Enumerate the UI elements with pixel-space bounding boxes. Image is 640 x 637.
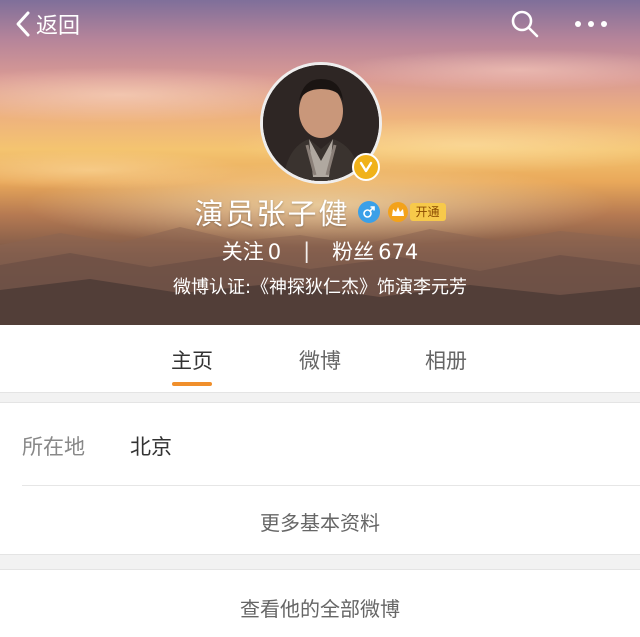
vip-badge[interactable]: 开通: [387, 202, 446, 222]
view-all-weibo-button[interactable]: 查看他的全部微博: [0, 593, 640, 622]
more-button[interactable]: [574, 8, 608, 40]
profile-tabs: 主页 微博 相册: [0, 325, 640, 393]
search-button[interactable]: [508, 8, 542, 40]
location-label: 所在地: [22, 435, 85, 459]
more-icon: [575, 21, 607, 27]
stats-separator: |: [303, 239, 311, 263]
tab-weibo[interactable]: 微博: [275, 345, 365, 375]
followers-stat[interactable]: 粉丝 674: [332, 236, 418, 266]
verified-v-icon: [359, 161, 373, 173]
profile-name: 演员张子健: [194, 197, 350, 231]
tab-album[interactable]: 相册: [401, 345, 491, 375]
search-icon: [511, 10, 539, 38]
following-label: 关注: [221, 240, 264, 264]
more-info-button[interactable]: 更多基本资料: [0, 507, 640, 536]
location-value: 北京: [130, 435, 172, 459]
verification-text: 微博认证:《神探狄仁杰》饰演李元芳: [172, 277, 468, 298]
following-stat[interactable]: 关注 0: [222, 236, 281, 266]
male-icon: [357, 201, 380, 223]
following-count: 0: [267, 240, 282, 264]
stats-row: 关注 0 | 粉丝 674: [0, 236, 640, 266]
tab-home[interactable]: 主页: [147, 345, 237, 375]
crown-icon: [387, 202, 408, 222]
back-label: 返回: [36, 14, 81, 39]
active-tab-indicator: [172, 382, 212, 386]
info-card: 所在地 北京 更多基本资料: [0, 402, 640, 555]
name-row: 演员张子健 开通: [0, 191, 640, 233]
profile-cover: 返回 演员张子健 开通 关注 0 | 粉丝 674 微博认证:《神探狄仁杰》饰演…: [0, 0, 640, 325]
back-button[interactable]: 返回: [14, 8, 80, 40]
followers-count: 674: [378, 240, 419, 264]
location-row: 所在地 北京: [0, 403, 640, 485]
divider: [22, 485, 640, 486]
vip-open-label: 开通: [409, 203, 446, 221]
chevron-left-icon: [16, 11, 30, 37]
followers-label: 粉丝: [332, 240, 375, 264]
view-all-card: 查看他的全部微博: [0, 569, 640, 637]
verified-badge: [352, 153, 380, 181]
